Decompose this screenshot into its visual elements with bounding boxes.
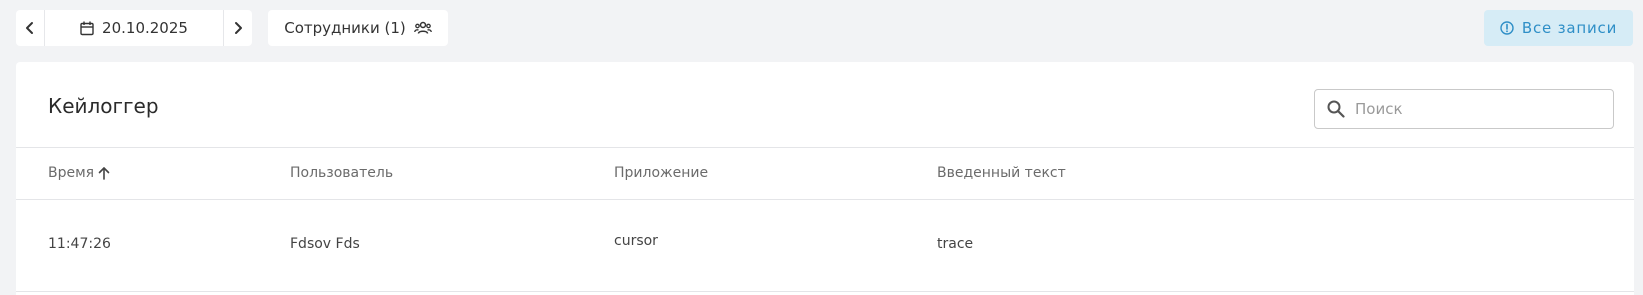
page-title: Кейлоггер	[48, 94, 159, 118]
column-header-app[interactable]: Приложение	[614, 165, 708, 181]
prev-day-button[interactable]	[16, 10, 44, 46]
cell-time: 11:47:26	[48, 236, 111, 252]
chevron-right-icon	[235, 22, 242, 34]
calendar-icon	[80, 21, 94, 35]
column-header-time[interactable]: Время	[48, 165, 110, 181]
table-row: 11:47:26 Fdsov Fds cursor trace	[16, 200, 1634, 292]
keylogger-card: Кейлоггер Время Пользователь Приложение …	[16, 62, 1634, 295]
column-header-user[interactable]: Пользователь	[290, 165, 393, 181]
employees-button[interactable]: Сотрудники (1)	[268, 10, 448, 46]
date-picker: 20.10.2025	[16, 10, 252, 46]
column-label: Пользователь	[290, 165, 394, 181]
search-box	[1314, 89, 1614, 129]
cell-user: Fdsov Fds	[290, 236, 360, 252]
all-records-label: Все записи	[1521, 19, 1618, 37]
toolbar: 20.10.2025 Сотрудники (1) Все записи	[16, 10, 1633, 46]
info-icon	[1500, 21, 1514, 35]
card-header: Кейлоггер	[16, 62, 1634, 148]
sort-ascending-icon	[98, 167, 110, 180]
cell-text: trace	[937, 236, 974, 252]
date-value: 20.10.2025	[102, 19, 188, 37]
search-icon	[1327, 100, 1345, 118]
next-day-button[interactable]	[224, 10, 252, 46]
column-label: Время	[48, 165, 95, 181]
column-label: Введенный текст	[937, 165, 1066, 181]
cell-app: cursor	[614, 233, 658, 249]
search-input[interactable]	[1355, 100, 1595, 118]
date-selector[interactable]: 20.10.2025	[45, 10, 223, 46]
chevron-left-icon	[26, 22, 33, 34]
users-icon	[413, 21, 432, 34]
column-header-text[interactable]: Введенный текст	[937, 165, 1066, 181]
all-records-button[interactable]: Все записи	[1484, 10, 1633, 46]
column-label: Приложение	[614, 165, 709, 181]
employees-label: Сотрудники (1)	[284, 19, 406, 37]
table-header: Время Пользователь Приложение Введенный …	[16, 148, 1634, 200]
